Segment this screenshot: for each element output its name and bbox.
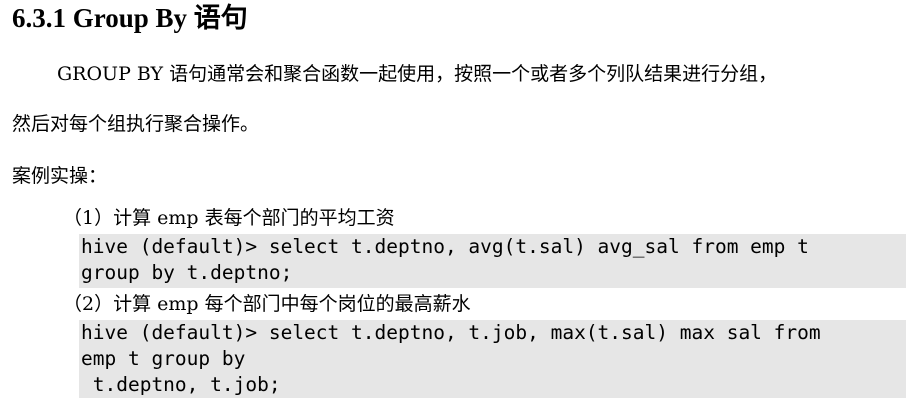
intro-paragraph-line-1: GROUP BY 语句通常会和聚合函数一起使用，按照一个或者多个列队结果进行分组…: [57, 63, 778, 85]
step-2-title: （2）计算 emp 每个部门中每个岗位的最高薪水: [63, 293, 471, 315]
code-line: emp t group by: [81, 347, 246, 370]
code-line: group by t.deptno;: [81, 261, 293, 284]
code-line: hive (default)> select t.deptno, avg(t.s…: [81, 235, 809, 258]
step-2-code-block: hive (default)> select t.deptno, t.job, …: [79, 320, 906, 398]
code-line: t.deptno, t.job;: [81, 373, 281, 396]
step-1-code-block: hive (default)> select t.deptno, avg(t.s…: [79, 234, 906, 288]
intro-paragraph-line-2: 然后对每个组执行聚合操作。: [12, 113, 260, 135]
step-1-title: （1）计算 emp 表每个部门的平均工资: [63, 207, 395, 229]
case-label: 案例实操：: [12, 165, 108, 187]
code-line: hive (default)> select t.deptno, t.job, …: [81, 321, 821, 344]
section-heading: 6.3.1 Group By 语句: [12, 3, 248, 33]
